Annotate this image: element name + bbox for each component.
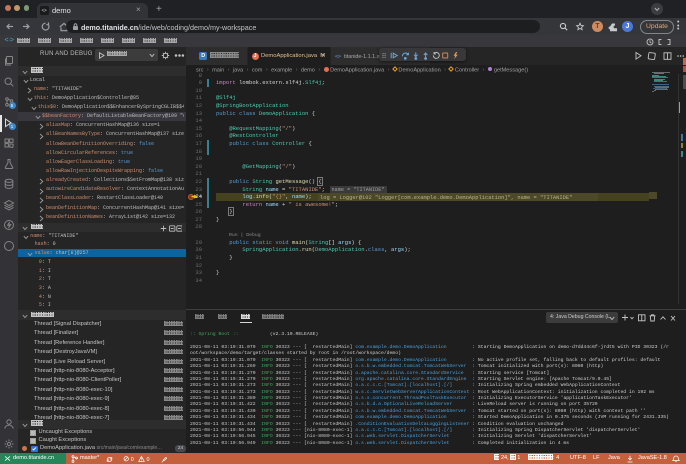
svg-text:0: 0 xyxy=(131,457,134,463)
svg-text:0: 0 xyxy=(147,457,150,463)
